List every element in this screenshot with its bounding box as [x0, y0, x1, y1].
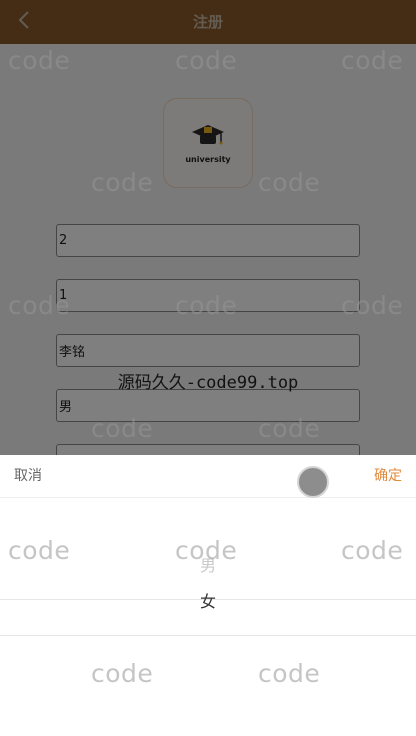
picker-wheel[interactable]: 男 女 — [0, 498, 416, 736]
touch-indicator — [297, 466, 329, 498]
picker-option-male[interactable]: 男 — [0, 552, 416, 576]
gender-picker-sheet: 取消 确定 男 女 — [0, 455, 416, 736]
picker-divider-bottom — [0, 635, 416, 636]
register-screen: 注册 university 取消 确定 — [0, 0, 416, 736]
confirm-button[interactable]: 确定 — [374, 455, 402, 498]
picker-toolbar: 取消 确定 — [0, 455, 416, 498]
picker-option-female[interactable]: 女 — [0, 588, 416, 612]
cancel-button[interactable]: 取消 — [14, 455, 42, 498]
center-watermark: 源码久久-code99.top — [117, 373, 299, 393]
